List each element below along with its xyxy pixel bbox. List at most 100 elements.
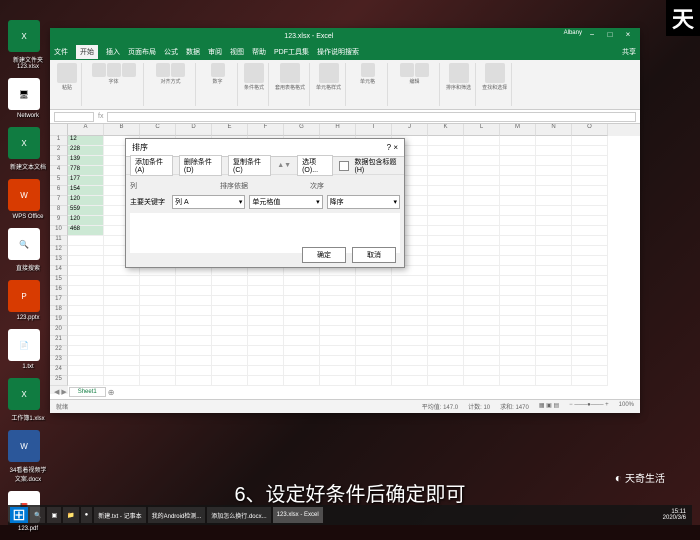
sort-by-select[interactable]: 单元格值▾ (249, 195, 322, 209)
cell[interactable] (68, 276, 104, 286)
desktop-icon[interactable]: W (8, 179, 40, 211)
cell[interactable] (320, 296, 356, 306)
taskbar-item[interactable]: ▣ (47, 507, 61, 523)
cell[interactable] (284, 296, 320, 306)
cell[interactable] (572, 156, 608, 166)
cell[interactable] (248, 356, 284, 366)
cell[interactable] (572, 206, 608, 216)
menu-data[interactable]: 数据 (186, 47, 200, 57)
cell[interactable] (536, 296, 572, 306)
cell[interactable] (536, 166, 572, 176)
cell[interactable] (428, 156, 464, 166)
cell[interactable] (572, 296, 608, 306)
cell[interactable] (572, 306, 608, 316)
cell[interactable] (68, 316, 104, 326)
cell[interactable] (500, 376, 536, 386)
cell[interactable] (464, 156, 500, 166)
cell[interactable] (356, 336, 392, 346)
cell[interactable] (104, 306, 140, 316)
taskbar-item[interactable]: 新建.txt - 记事本 (94, 507, 145, 523)
cell[interactable] (68, 236, 104, 246)
cell[interactable] (572, 236, 608, 246)
cell[interactable] (428, 176, 464, 186)
cell[interactable] (392, 346, 428, 356)
cell[interactable] (140, 346, 176, 356)
cell[interactable] (572, 146, 608, 156)
desktop-icon[interactable]: W (8, 430, 40, 462)
cell[interactable] (464, 376, 500, 386)
cell[interactable] (536, 326, 572, 336)
cell[interactable] (140, 326, 176, 336)
cell[interactable] (320, 306, 356, 316)
cell[interactable] (428, 266, 464, 276)
cell[interactable] (284, 376, 320, 386)
cell[interactable] (68, 366, 104, 376)
desktop-icon[interactable]: 🔍 (8, 228, 40, 260)
cell[interactable] (428, 136, 464, 146)
cell[interactable] (536, 366, 572, 376)
cell[interactable] (500, 236, 536, 246)
cell[interactable] (392, 336, 428, 346)
cell[interactable] (356, 366, 392, 376)
cell[interactable] (176, 356, 212, 366)
cell[interactable] (428, 336, 464, 346)
cell[interactable] (356, 346, 392, 356)
cell[interactable] (320, 316, 356, 326)
cell[interactable] (464, 266, 500, 276)
cell[interactable] (572, 136, 608, 146)
cell[interactable] (104, 346, 140, 356)
cell[interactable] (212, 376, 248, 386)
cell[interactable] (572, 376, 608, 386)
cell[interactable] (140, 316, 176, 326)
cell[interactable] (464, 336, 500, 346)
cell[interactable] (284, 356, 320, 366)
cell[interactable] (248, 336, 284, 346)
cell[interactable] (428, 306, 464, 316)
cell[interactable] (428, 226, 464, 236)
cell[interactable] (212, 326, 248, 336)
cell[interactable]: 177 (68, 176, 104, 186)
cell[interactable] (284, 336, 320, 346)
cell[interactable] (212, 316, 248, 326)
cell[interactable] (140, 276, 176, 286)
paste-icon[interactable] (57, 63, 77, 83)
cell[interactable] (176, 286, 212, 296)
cell[interactable] (464, 296, 500, 306)
dialog-help-button[interactable]: ? (387, 143, 391, 152)
delete-condition-button[interactable]: 删除条件(D) (179, 155, 222, 176)
cell[interactable] (572, 186, 608, 196)
cell[interactable]: 120 (68, 196, 104, 206)
cell[interactable] (140, 376, 176, 386)
cell[interactable] (464, 346, 500, 356)
cell[interactable] (68, 326, 104, 336)
cell[interactable] (464, 316, 500, 326)
cell[interactable] (140, 306, 176, 316)
cell[interactable] (428, 276, 464, 286)
cell[interactable] (140, 286, 176, 296)
cell[interactable] (464, 276, 500, 286)
system-tray[interactable]: 15:112020/3/6 (659, 509, 690, 521)
dialog-close-button[interactable]: × (393, 143, 398, 152)
cell[interactable] (248, 296, 284, 306)
maximize-button[interactable]: □ (602, 30, 618, 42)
cell[interactable] (320, 346, 356, 356)
cell[interactable] (500, 246, 536, 256)
cell[interactable] (428, 256, 464, 266)
close-button[interactable]: × (620, 30, 636, 42)
cell[interactable] (500, 366, 536, 376)
cell[interactable] (284, 366, 320, 376)
menu-home[interactable]: 开始 (76, 45, 98, 59)
cell[interactable] (392, 286, 428, 296)
cell[interactable] (536, 146, 572, 156)
cell[interactable] (140, 296, 176, 306)
cell[interactable] (536, 276, 572, 286)
cell[interactable] (356, 356, 392, 366)
font-icon[interactable] (92, 63, 106, 77)
name-box[interactable] (54, 112, 94, 122)
cell[interactable] (104, 356, 140, 366)
cell[interactable] (464, 186, 500, 196)
cell[interactable] (572, 266, 608, 276)
header-checkbox[interactable] (339, 161, 348, 171)
cell[interactable] (572, 286, 608, 296)
cell[interactable] (320, 376, 356, 386)
